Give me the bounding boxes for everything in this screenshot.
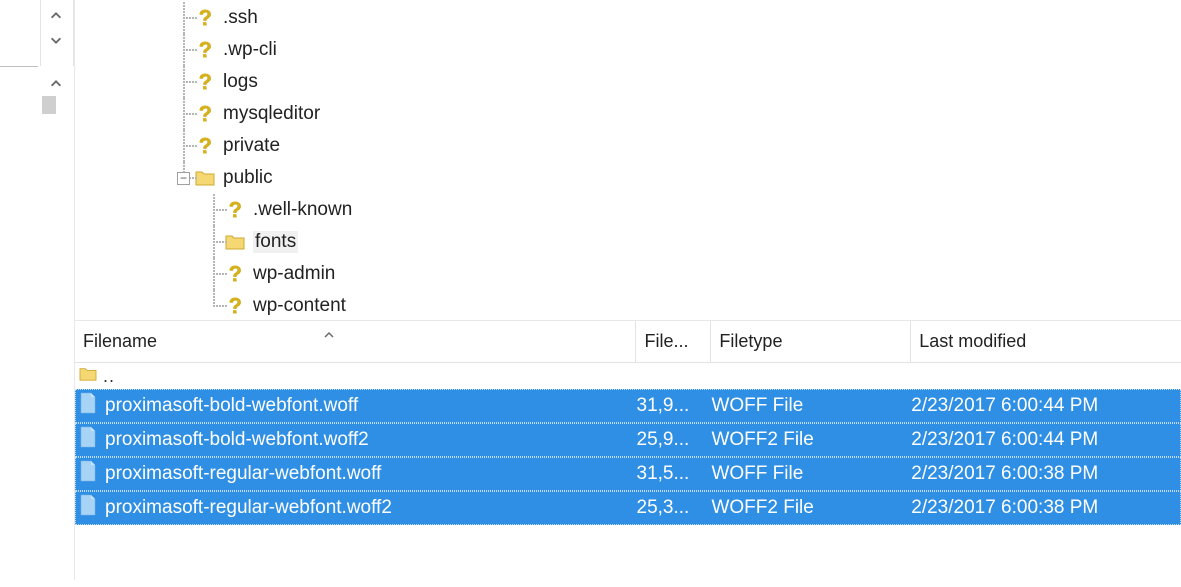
file-icon bbox=[79, 460, 105, 488]
tree-item-label: public bbox=[223, 167, 273, 189]
file-name: proximasoft-regular-webfont.woff2 bbox=[105, 497, 392, 519]
tree-item[interactable]: ? private bbox=[75, 130, 1181, 162]
chevron-up-icon[interactable] bbox=[48, 8, 64, 24]
file-name: proximasoft-bold-webfont.woff bbox=[105, 395, 358, 417]
column-header[interactable]: Last modified bbox=[911, 321, 1181, 362]
file-modified: 2/23/2017 6:00:44 PM bbox=[911, 395, 1181, 417]
left-gutter bbox=[0, 0, 74, 587]
tree-item[interactable]: ? .wp-cli bbox=[75, 34, 1181, 66]
file-list[interactable]: FilenameFile...FiletypeLast modified ..p… bbox=[74, 320, 1181, 580]
tree-item[interactable]: ? wp-content bbox=[75, 290, 1181, 320]
file-name: proximasoft-regular-webfont.woff bbox=[105, 463, 381, 485]
tree-item[interactable]: fonts bbox=[75, 226, 1181, 258]
column-header[interactable]: File... bbox=[636, 321, 711, 362]
question-icon: ? bbox=[225, 296, 245, 316]
tree-item[interactable]: ? logs bbox=[75, 66, 1181, 98]
question-icon: ? bbox=[195, 72, 215, 92]
question-icon: ? bbox=[225, 264, 245, 284]
gutter-rule bbox=[0, 66, 38, 67]
file-name: proximasoft-bold-webfont.woff2 bbox=[105, 429, 369, 451]
file-modified: 2/23/2017 6:00:38 PM bbox=[911, 463, 1181, 485]
file-modified: 2/23/2017 6:00:44 PM bbox=[911, 429, 1181, 451]
question-icon: ? bbox=[195, 8, 215, 28]
tree-item[interactable]: ? .well-known bbox=[75, 194, 1181, 226]
tree-item[interactable]: ? wp-admin bbox=[75, 258, 1181, 290]
folder-icon bbox=[225, 232, 245, 252]
file-icon bbox=[79, 392, 105, 420]
tree-item[interactable]: ? .ssh bbox=[75, 2, 1181, 34]
file-type: WOFF2 File bbox=[711, 497, 911, 519]
scrollbar-thumb[interactable] bbox=[42, 96, 56, 114]
parent-directory-row[interactable]: .. bbox=[75, 363, 1181, 389]
caret-up-icon bbox=[323, 325, 335, 346]
file-row[interactable]: proximasoft-regular-webfont.woff2 25,3...… bbox=[75, 491, 1181, 525]
tree-item-label: fonts bbox=[253, 231, 298, 253]
file-modified: 2/23/2017 6:00:38 PM bbox=[911, 497, 1181, 519]
file-icon bbox=[79, 426, 105, 454]
tree-item-label: logs bbox=[223, 71, 258, 93]
file-type: WOFF File bbox=[711, 463, 911, 485]
tree-item-label: .ssh bbox=[223, 7, 258, 29]
file-type: WOFF File bbox=[711, 395, 911, 417]
file-size: 31,9... bbox=[637, 395, 712, 417]
file-row[interactable]: proximasoft-regular-webfont.woff 31,5...W… bbox=[75, 457, 1181, 491]
parent-directory-label: .. bbox=[97, 366, 115, 387]
tree-item-label: wp-content bbox=[253, 295, 346, 317]
question-icon: ? bbox=[195, 136, 215, 156]
tree-item-label: private bbox=[223, 135, 280, 157]
file-icon bbox=[79, 494, 105, 522]
file-type: WOFF2 File bbox=[711, 429, 911, 451]
tree-expander-minus-icon[interactable]: − bbox=[177, 172, 190, 185]
column-header[interactable]: Filetype bbox=[711, 321, 911, 362]
chevron-down-icon[interactable] bbox=[48, 32, 64, 48]
tree-item[interactable]: ? mysqleditor bbox=[75, 98, 1181, 130]
tree-item-label: wp-admin bbox=[253, 263, 335, 285]
column-header[interactable]: Filename bbox=[75, 321, 636, 362]
tree-item-label: .well-known bbox=[253, 199, 352, 221]
file-row[interactable]: proximasoft-bold-webfont.woff 31,9...WOFF… bbox=[75, 389, 1181, 423]
column-header-row: Filename File... Filetype Last modified bbox=[75, 321, 1181, 363]
folder-icon bbox=[195, 168, 215, 188]
tree-item-label: mysqleditor bbox=[223, 103, 320, 125]
column-header-label: File... bbox=[644, 331, 688, 352]
tree-item[interactable]: − public bbox=[75, 162, 1181, 194]
file-size: 25,9... bbox=[637, 429, 712, 451]
folder-icon bbox=[79, 366, 97, 387]
column-header-label: Filetype bbox=[719, 331, 782, 352]
column-header-label: Filename bbox=[83, 331, 157, 352]
column-header-label: Last modified bbox=[919, 331, 1026, 352]
file-size: 25,3... bbox=[637, 497, 712, 519]
file-row[interactable]: proximasoft-bold-webfont.woff2 25,9...WOF… bbox=[75, 423, 1181, 457]
question-icon: ? bbox=[195, 40, 215, 60]
chevron-up-icon[interactable] bbox=[48, 76, 64, 92]
file-size: 31,5... bbox=[637, 463, 712, 485]
question-icon: ? bbox=[225, 200, 245, 220]
directory-tree[interactable]: ? .ssh? .wp-cli? logs? mysqleditor? private − p… bbox=[74, 0, 1181, 320]
question-icon: ? bbox=[195, 104, 215, 124]
tree-item-label: .wp-cli bbox=[223, 39, 277, 61]
